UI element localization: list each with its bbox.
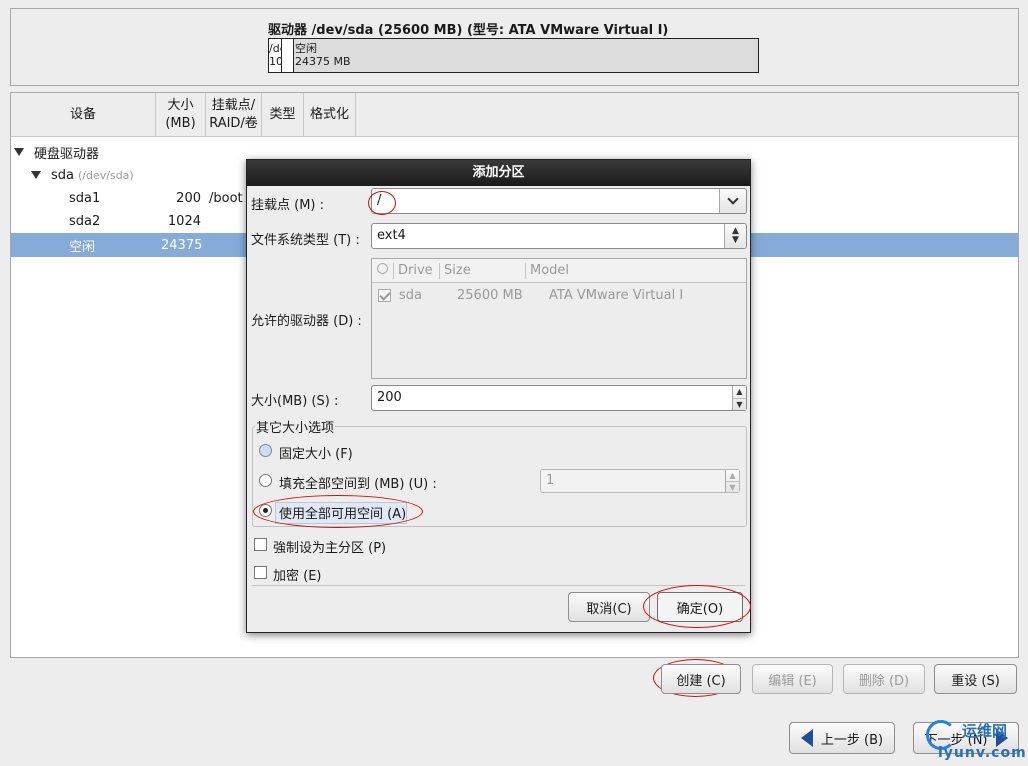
- watermark-logo: 运维网 iyunv.com: [926, 716, 1026, 766]
- drive-size: 25600 MB: [457, 287, 523, 303]
- fixed-size-radio[interactable]: [259, 444, 272, 457]
- dropdown-button[interactable]: [719, 189, 746, 213]
- fs-type-label: 文件系统类型 (T) :: [251, 233, 360, 248]
- fill-to-value: 1: [546, 473, 555, 488]
- size-value: 200: [377, 390, 402, 405]
- group-label: 硬盘驱动器: [34, 146, 100, 162]
- fs-type-select[interactable]: ext4 ▲ ▼: [371, 223, 747, 249]
- fixed-size-label[interactable]: 固定大小 (F): [279, 443, 353, 462]
- drive-checkbox[interactable]: [378, 288, 391, 302]
- col-model[interactable]: Model: [526, 263, 573, 279]
- col-device[interactable]: 设备: [11, 93, 156, 136]
- mount-point-combo[interactable]: /: [371, 188, 747, 214]
- dialog-title: 添加分区: [247, 160, 750, 186]
- chevron-down-icon: [727, 193, 739, 205]
- mount-point-label: 挂载点 (M) :: [251, 198, 325, 213]
- col-mount[interactable]: 挂载点/ RAID/卷: [206, 93, 262, 136]
- drives-list-header: Drive Size Model: [372, 259, 746, 283]
- reset-button[interactable]: 重设 (S): [934, 664, 1017, 694]
- arrow-left-icon: [800, 729, 813, 747]
- fs-type-value: ext4: [377, 228, 406, 243]
- allowed-drives-label: 允许的驱动器 (D) :: [251, 314, 362, 329]
- delete-button[interactable]: 删除 (D): [843, 664, 925, 694]
- drive-usage-bar[interactable]: /de 102 空闲 24375 MB: [268, 38, 759, 73]
- dialog-separator: [252, 585, 745, 586]
- fill-to-spinbox[interactable]: 1 ▲ ▼: [540, 469, 740, 493]
- col-type[interactable]: 类型: [262, 93, 304, 136]
- fill-all-radio[interactable]: [259, 504, 272, 517]
- back-label: 上一步 (B): [820, 732, 884, 748]
- drive-name: sda: [399, 287, 422, 303]
- fill-all-label[interactable]: 使用全部可用空间 (A): [279, 503, 406, 522]
- row-device: sda2: [69, 213, 101, 229]
- spin-up-icon[interactable]: ▲: [726, 470, 739, 481]
- spin-buttons[interactable]: ▲ ▼: [725, 470, 739, 492]
- fill-to-label[interactable]: 填充全部空间到 (MB) (U) :: [279, 473, 437, 492]
- expander-icon[interactable]: [14, 148, 24, 156]
- force-primary-label[interactable]: 強制设为主分区 (P): [273, 537, 386, 556]
- updown-icon: ▲ ▼: [732, 226, 739, 245]
- ok-button[interactable]: 确定(O): [657, 592, 743, 622]
- drive-segment-sda2[interactable]: [282, 39, 294, 72]
- create-button[interactable]: 创建 (C): [661, 664, 741, 694]
- spin-buttons[interactable]: ▲ ▼: [732, 386, 746, 410]
- row-device: sda1: [69, 190, 101, 206]
- drive-title: 驱动器 /dev/sda (25600 MB) (型号: ATA VMware …: [268, 23, 669, 38]
- drive-segment-free[interactable]: 空闲 24375 MB: [294, 39, 758, 72]
- cancel-button[interactable]: 取消(C): [568, 592, 650, 622]
- disk-path: (/dev/sda): [78, 168, 134, 182]
- disk-name: sda: [51, 167, 74, 183]
- expander-icon[interactable]: [31, 171, 41, 179]
- col-format[interactable]: 格式化: [304, 93, 356, 136]
- spin-down-icon[interactable]: ▼: [726, 481, 739, 493]
- list-item[interactable]: sda 25600 MB ATA VMware Virtual I: [372, 283, 746, 307]
- col-size[interactable]: 大小 (MB): [156, 93, 206, 136]
- row-size: 1024: [167, 213, 201, 229]
- drive-model: ATA VMware Virtual I: [549, 287, 684, 303]
- add-partition-dialog: 添加分区 挂载点 (M) : / 文件系统类型 (T) : ext4 ▲ ▼ 允许…: [246, 159, 751, 633]
- size-spinbox[interactable]: 200 ▲ ▼: [371, 385, 747, 411]
- size-label: 大小(MB) (S) :: [251, 394, 339, 409]
- table-header: 设备 大小 (MB) 挂载点/ RAID/卷 类型 格式化: [11, 93, 1018, 137]
- allowed-drives-list[interactable]: Drive Size Model sda 25600 MB ATA VMware…: [371, 258, 747, 379]
- spin-up-icon[interactable]: ▲: [733, 386, 746, 398]
- fill-to-radio[interactable]: [259, 474, 272, 487]
- edit-button[interactable]: 编辑 (E): [752, 664, 833, 694]
- back-button[interactable]: 上一步 (B): [789, 722, 895, 754]
- row-mount: /boot: [209, 190, 243, 206]
- force-primary-checkbox[interactable]: [254, 538, 267, 551]
- row-size: 24375: [161, 237, 203, 253]
- radio-column-icon: [377, 262, 388, 274]
- col-drive[interactable]: Drive: [394, 262, 440, 279]
- updown-button[interactable]: ▲ ▼: [724, 224, 746, 248]
- encrypt-label[interactable]: 加密 (E): [273, 565, 322, 584]
- col-size[interactable]: Size: [440, 262, 526, 279]
- encrypt-checkbox[interactable]: [254, 566, 267, 579]
- drive-segment-sda1[interactable]: /de 102: [269, 39, 282, 72]
- mount-point-value: /: [377, 193, 382, 208]
- drive-overview-panel: 驱动器 /dev/sda (25600 MB) (型号: ATA VMware …: [10, 8, 1019, 86]
- spin-down-icon[interactable]: ▼: [733, 397, 746, 411]
- other-size-options-legend: 其它大小选项: [255, 417, 336, 436]
- row-size: 200: [176, 190, 201, 206]
- row-device: 空闲: [69, 239, 96, 255]
